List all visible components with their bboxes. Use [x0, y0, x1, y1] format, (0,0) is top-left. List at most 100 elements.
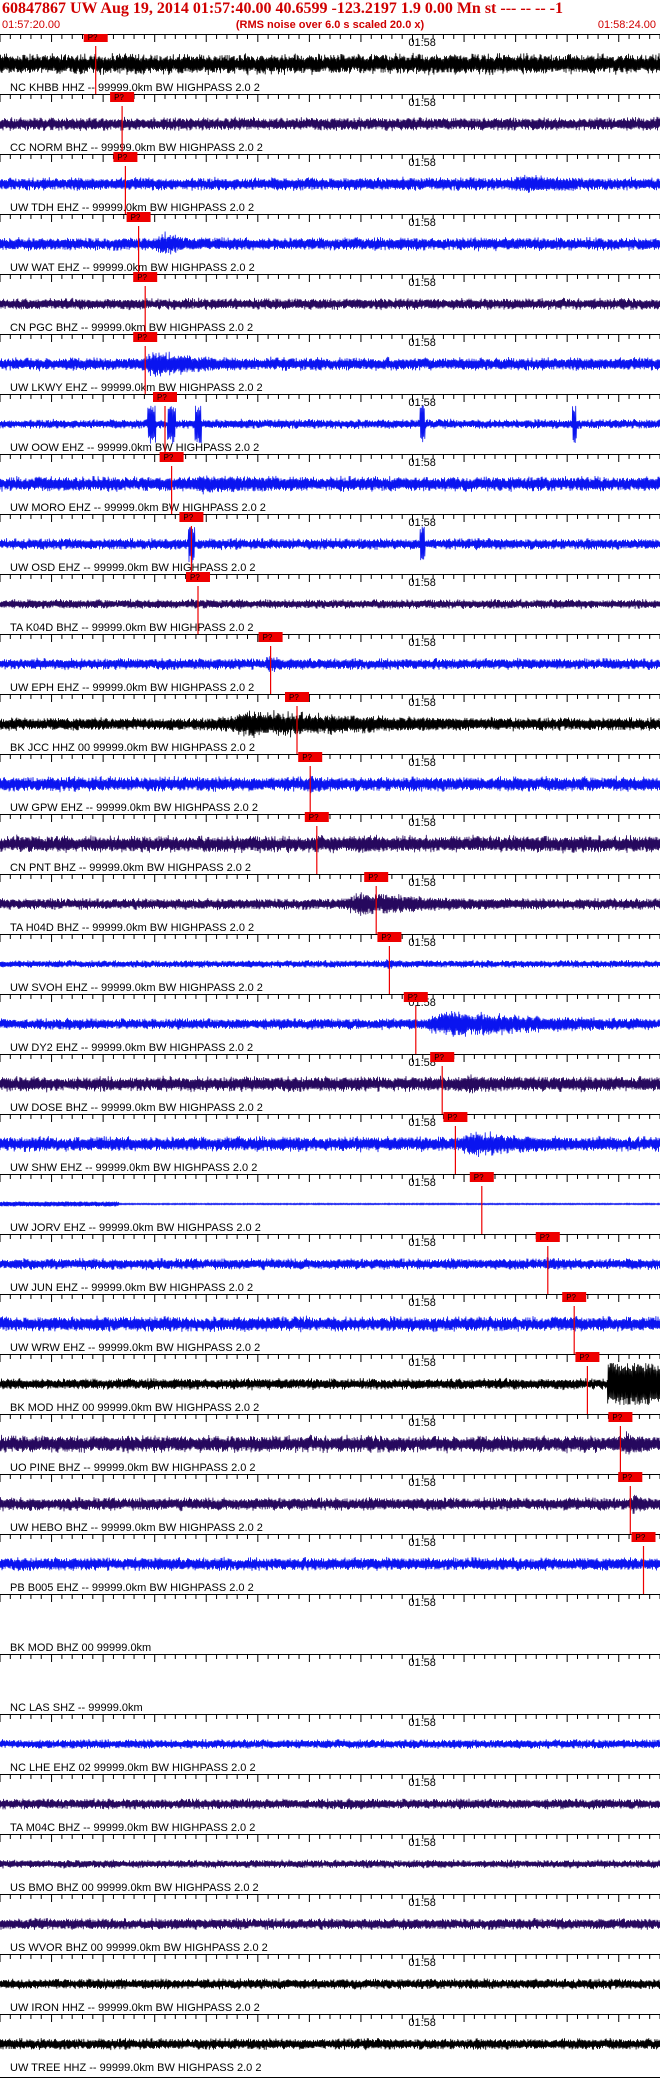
- waveform: [0, 231, 660, 255]
- time-tick-label: 01:58: [408, 637, 436, 649]
- trace-row: 01:58 PB B005 EHZ -- 99999.0km BW HIGHPAS…: [0, 1532, 660, 1594]
- event-header: 60847867 UW Aug 19, 2014 01:57:40.00 40.…: [0, 0, 660, 34]
- waveform: [0, 52, 660, 76]
- time-tick-label: 01:58: [408, 217, 436, 229]
- pick-label: P?: [302, 753, 312, 762]
- station-label: UO PINE BHZ -- 99999.0km BW HIGHPASS 2.0…: [10, 1462, 256, 1474]
- trace-row: 01:58 UW JUN EHZ -- 99999.0km BW HIGHPASS…: [0, 1232, 660, 1294]
- station-label: UW SVOH EHZ -- 99999.0km BW HIGHPASS 2.0…: [10, 982, 263, 994]
- trace-row: 01:58 UW EPH EHZ -- 99999.0km BW HIGHPASS…: [0, 632, 660, 694]
- trace-row: 01:58UW TDH EHZ -- 99999.0km BW HIGHPASS…: [0, 152, 660, 214]
- rms-note: (RMS noise over 6.0 s scaled 20.0 x): [235, 19, 425, 31]
- trace-row: 01:58 UW SHW EHZ -- 99999.0km BW HIGHPASS…: [0, 1112, 660, 1174]
- pick-label: P?: [566, 1293, 576, 1302]
- time-tick-label: 01:58: [408, 1297, 436, 1309]
- station-label: NC LHE EHZ 02 99999.0km BW HIGHPASS 2.0 …: [10, 1762, 256, 1774]
- waveform: [0, 892, 660, 916]
- trace-row: 01:58 UW MORO EHZ -- 99999.0km BW HIGHPAS…: [0, 452, 660, 514]
- pick-label: P?: [309, 813, 319, 822]
- pick-label: P?: [263, 633, 273, 642]
- station-label: UW EPH EHZ -- 99999.0km BW HIGHPASS 2.0 …: [10, 682, 254, 694]
- trace-row: 01:58 BK MOD HHZ 00 99999.0km BW HIGHPASS…: [0, 1352, 660, 1414]
- waveform: [0, 1917, 660, 1931]
- station-label: UW IRON HHZ -- 99999.0km BW HIGHPASS 2.0…: [10, 2002, 260, 2014]
- station-label: UW DY2 EHZ -- 99999.0km BW HIGHPASS 2.0 …: [10, 1042, 253, 1054]
- pick-label: P?: [164, 453, 174, 462]
- station-label: NC KHBB HHZ -- 99999.0km BW HIGHPASS 2.0…: [10, 82, 260, 94]
- waveform: [0, 1074, 660, 1094]
- time-tick-label: 01:58: [408, 757, 436, 769]
- waveform: [0, 351, 660, 377]
- waveform: [0, 1494, 660, 1514]
- waveform: [0, 2037, 660, 2051]
- pick-label: P?: [622, 1473, 632, 1482]
- trace-row: 01:58 BK JCC HHZ 00 99999.0km BW HIGHPASS…: [0, 692, 660, 754]
- time-tick-label: 01:58: [408, 1417, 436, 1429]
- trace-row: 01:58 UO PINE BHZ -- 99999.0km BW HIGHPAS…: [0, 1412, 660, 1474]
- pick-label: P?: [117, 153, 127, 162]
- trace-row: 01:58 UW TREE HHZ -- 99999.0km BW HIGHPAS…: [0, 2014, 660, 2074]
- trace-row: 01:58 TA M04C BHZ -- 99999.0km BW HIGHPAS…: [0, 1774, 660, 1834]
- waveform: [0, 1362, 660, 1406]
- waveform: [0, 710, 660, 739]
- time-tick-label: 01:58: [408, 1837, 436, 1849]
- waveform: [0, 1131, 660, 1158]
- pick-label: P?: [540, 1233, 550, 1242]
- trace-row: 01:58 UW LKWY EHZ -- 99999.0km BW HIGHPAS…: [0, 332, 660, 394]
- station-label: UW TREE HHZ -- 99999.0km BW HIGHPASS 2.0…: [10, 2062, 261, 2074]
- station-label: US BMO BHZ 00 99999.0km BW HIGHPASS 2.0 …: [10, 1882, 259, 1894]
- pick-label: P?: [190, 573, 200, 582]
- station-label: UW OSD EHZ -- 99999.0km BW HIGHPASS 2.0 …: [10, 562, 256, 574]
- trace-row: 01:58 TA H04D BHZ -- 99999.0km BW HIGHPAS…: [0, 872, 660, 934]
- station-label: CN PGC BHZ -- 99999.0km BW HIGHPASS 2.0 …: [10, 322, 253, 334]
- station-label: UW WAT EHZ -- 99999.0km BW HIGHPASS 2.0 …: [10, 262, 255, 274]
- waveform: [0, 174, 660, 193]
- pick-label: P?: [636, 1533, 646, 1542]
- time-tick-label: 01:58: [408, 1897, 436, 1909]
- waveform: [0, 475, 660, 495]
- pick-label: P?: [183, 513, 193, 522]
- station-label: PB B005 EHZ -- 99999.0km BW HIGHPASS 2.0…: [10, 1582, 254, 1594]
- pick-label: P?: [157, 393, 167, 402]
- time-tick-label: 01:58: [408, 1537, 436, 1549]
- trace-row: 01:58 NC LHE EHZ 02 99999.0km BW HIGHPASS…: [0, 1714, 660, 1774]
- time-tick-label: 01:58: [408, 457, 436, 469]
- station-label: NC LAS SHZ -- 99999.0km: [10, 1702, 143, 1714]
- trace-row: 01:58 US WVOR BHZ 00 99999.0km BW HIGHPAS…: [0, 1894, 660, 1954]
- waveform: [0, 598, 660, 610]
- time-tick-label: 01:58: [408, 817, 436, 829]
- waveform: [0, 1257, 660, 1271]
- waveform: [0, 834, 660, 854]
- pick-label: P?: [434, 1053, 444, 1062]
- station-label: UW DOSE BHZ -- 99999.0km BW HIGHPASS 2.0…: [10, 1102, 263, 1114]
- trace-row: 01:58UW DOSE BHZ -- 99999.0km BW HIGHPAS…: [0, 1052, 660, 1114]
- waveform: [0, 1738, 660, 1750]
- trace-row: 01:58 BK MOD BHZ 00 99999.0km: [0, 1594, 660, 1654]
- waveform: [0, 297, 660, 311]
- station-label: TA K04D BHZ -- 99999.0km BW HIGHPASS 2.0…: [10, 622, 254, 634]
- time-tick-label: 01:58: [408, 1237, 436, 1249]
- station-label: UW LKWY EHZ -- 99999.0km BW HIGHPASS 2.0…: [10, 382, 263, 394]
- time-tick-label: 01:58: [408, 157, 436, 169]
- pick-label: P?: [137, 333, 147, 342]
- trace-row: 01:58 NC KHBB HHZ -- 99999.0km BW HIGHPAS…: [0, 34, 660, 94]
- time-tick-label: 01:58: [408, 1357, 436, 1369]
- time-tick-label: 01:58: [408, 1717, 436, 1729]
- pick-label: P?: [137, 273, 147, 282]
- station-label: UW OOW EHZ -- 99999.0km BW HIGHPASS 2.0 …: [10, 442, 259, 454]
- waveform: [0, 1859, 660, 1869]
- time-tick-label: 01:58: [408, 877, 436, 889]
- time-tick-label: 01:58: [408, 37, 436, 49]
- waveform: [0, 1201, 660, 1207]
- station-label: UW JORV EHZ -- 99999.0km BW HIGHPASS 2.0…: [10, 1222, 261, 1234]
- waveform: [0, 1978, 660, 1990]
- trace-row: 01:58 CN PGC BHZ -- 99999.0km BW HIGHPASS…: [0, 272, 660, 334]
- pick-label: P?: [612, 1413, 622, 1422]
- time-tick-label: 01:58: [408, 97, 436, 109]
- waveform: [0, 1431, 660, 1455]
- trace-row: 01:58 NC LAS SHZ -- 99999.0km: [0, 1654, 660, 1714]
- station-label: UW HEBO BHZ -- 99999.0km BW HIGHPASS 2.0…: [10, 1522, 263, 1534]
- trace-row: 01:58CC NORM BHZ -- 99999.0km BW HIGHPAS…: [0, 92, 660, 154]
- station-label: CN PNT BHZ -- 99999.0km BW HIGHPASS 2.0 …: [10, 862, 251, 874]
- end-time-label: 01:58:24.00: [597, 19, 656, 31]
